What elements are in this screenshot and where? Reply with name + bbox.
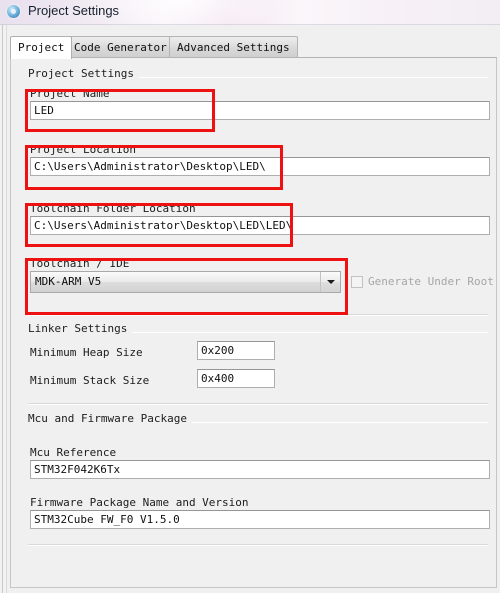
chevron-down-icon[interactable]	[320, 272, 340, 292]
input-minimum-stack-size[interactable]: 0x400	[197, 369, 275, 388]
tab-active-joint	[11, 57, 65, 58]
window-title: Project Settings	[28, 3, 120, 18]
title-bar: Project Settings	[0, 0, 500, 25]
label-project-location: Project Location	[30, 143, 136, 156]
input-minimum-heap-size[interactable]: 0x200	[197, 341, 275, 360]
divider-after-project-settings	[28, 314, 488, 316]
group-label-linker-settings: Linker Settings	[28, 322, 133, 335]
app-circle-icon	[7, 5, 20, 18]
select-toolchain-ide[interactable]: MDK-ARM V5	[30, 271, 341, 293]
tab-code-generator[interactable]: Code Generator	[66, 36, 175, 58]
checkbox-generate-under-root[interactable]: Generate Under Root	[351, 275, 494, 288]
input-toolchain-folder-location[interactable]: C:\Users\Administrator\Desktop\LED\LED\	[30, 216, 490, 235]
group-label-mcu-firmware: Mcu and Firmware Package	[28, 412, 192, 425]
divider-after-linker-settings	[28, 403, 488, 405]
tab-page-project: Project Settings Project Name LED Projec…	[10, 58, 497, 588]
input-project-name[interactable]: LED	[30, 101, 490, 120]
divider-bottom	[28, 544, 488, 546]
label-toolchain-ide: Toolchain / IDE	[30, 257, 130, 270]
label-firmware-package: Firmware Package Name and Version	[30, 496, 249, 509]
tab-project[interactable]: Project	[10, 36, 73, 59]
project-settings-dialog: Project Settings Project Code Generator …	[0, 0, 500, 593]
input-project-location[interactable]: C:\Users\Administrator\Desktop\LED\	[30, 157, 490, 176]
label-toolchain-folder-location: Toolchain Folder Location	[30, 202, 196, 215]
tab-strip: Project Code Generator Advanced Settings	[10, 36, 497, 59]
window-edge-outer	[2, 25, 3, 593]
label-minimum-heap-size: Minimum Heap Size	[30, 346, 143, 359]
input-firmware-package[interactable]: STM32Cube FW_F0 V1.5.0	[30, 510, 490, 529]
label-project-name: Project Name	[30, 87, 110, 100]
group-label-project-settings: Project Settings	[28, 67, 139, 80]
label-mcu-reference: Mcu Reference	[30, 446, 117, 459]
tab-advanced-settings[interactable]: Advanced Settings	[169, 36, 298, 58]
label-generate-under-root: Generate Under Root	[368, 275, 494, 288]
input-mcu-reference[interactable]: STM32F042K6Tx	[30, 460, 490, 479]
dialog-body: Project Code Generator Advanced Settings…	[0, 25, 500, 593]
checkbox-box-icon[interactable]	[351, 275, 363, 288]
label-minimum-stack-size: Minimum Stack Size	[30, 374, 150, 387]
